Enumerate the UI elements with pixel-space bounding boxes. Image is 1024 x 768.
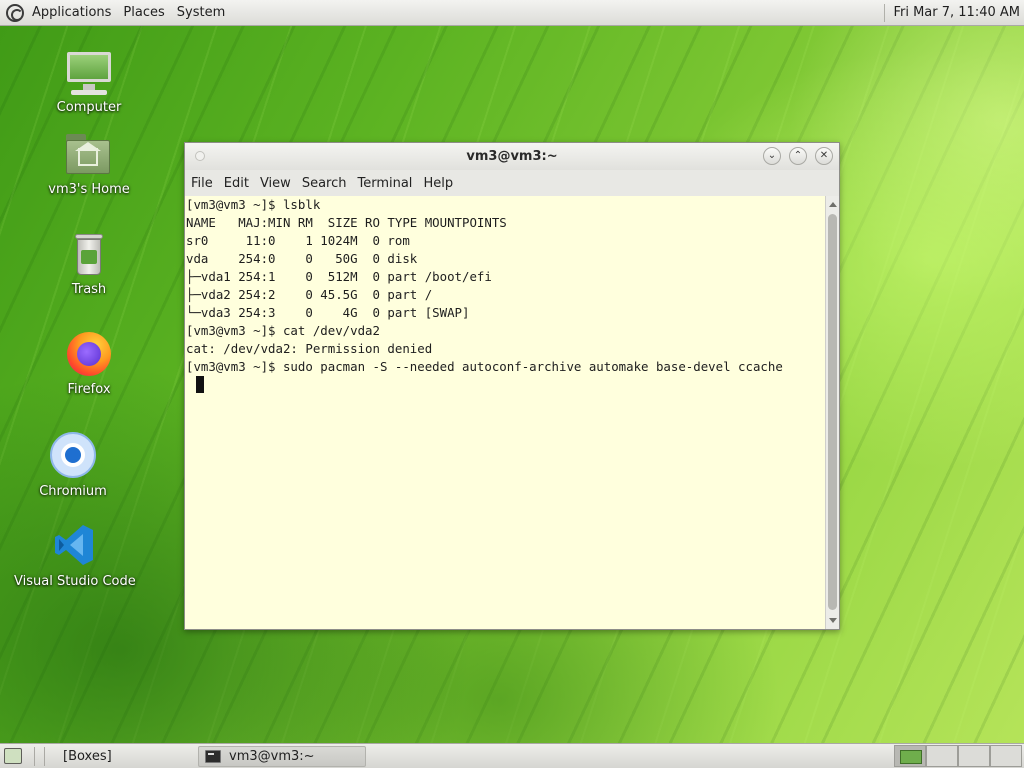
desktop-icon-vscode[interactable]: Visual Studio Code [14, 522, 136, 589]
terminal-line: sr0 11:0 1 1024M 0 rom [186, 233, 410, 248]
window-menu-icon[interactable] [195, 151, 205, 161]
desktop-icon-firefox[interactable]: Firefox [29, 330, 149, 397]
terminal-output[interactable]: [vm3@vm3 ~]$ lsblk NAME MAJ:MIN RM SIZE … [185, 196, 825, 629]
menu-search[interactable]: Search [298, 176, 351, 191]
main-menu: Applications Places System [0, 0, 231, 25]
terminal-line: NAME MAJ:MIN RM SIZE RO TYPE MOUNTPOINTS [186, 215, 507, 230]
scroll-down-arrow-icon[interactable] [829, 618, 837, 623]
terminal-line: [vm3@vm3 ~]$ sudo pacman -S --needed aut… [186, 359, 783, 374]
menu-terminal[interactable]: Terminal [353, 176, 416, 191]
maximize-button[interactable]: ⌃ [789, 147, 807, 165]
trash-icon [63, 230, 115, 280]
terminal-window[interactable]: vm3@vm3:~ ⌄ ⌃ ✕ File Edit View Search Te… [184, 142, 840, 630]
workspace-3[interactable] [958, 745, 990, 767]
computer-icon [63, 48, 115, 98]
window-title: vm3@vm3:~ [466, 149, 558, 164]
menu-places[interactable]: Places [117, 0, 170, 25]
desktop-icon-label: vm3's Home [48, 182, 130, 197]
scrollbar-thumb[interactable] [828, 214, 837, 610]
desktop-icon-home[interactable]: vm3's Home [29, 130, 149, 197]
window-controls: ⌄ ⌃ ✕ [763, 147, 833, 165]
panel-separator [44, 747, 45, 766]
window-titlebar[interactable]: vm3@vm3:~ ⌄ ⌃ ✕ [185, 143, 839, 170]
scroll-up-arrow-icon[interactable] [829, 202, 837, 207]
bottom-panel: [Boxes] vm3@vm3:~ [0, 743, 1024, 768]
terminal-icon [205, 750, 221, 763]
terminal-line: [vm3@vm3 ~]$ lsblk [186, 197, 321, 212]
panel-separator [34, 747, 35, 766]
desktop-icon-label: Chromium [39, 484, 107, 499]
desktop-icon-label: Computer [56, 100, 122, 115]
terminal-line: ├─vda2 254:2 0 45.5G 0 part / [186, 287, 433, 302]
clock-separator [884, 3, 886, 22]
terminal-line: vda 254:0 0 50G 0 disk [186, 251, 418, 266]
workspace-switcher [894, 745, 1022, 767]
home-folder-icon [63, 130, 115, 180]
terminal-line: └─vda3 254:3 0 4G 0 part [SWAP] [186, 305, 470, 320]
desktop-icon-label: Trash [71, 282, 107, 297]
terminal-line: [vm3@vm3 ~]$ cat /dev/vda2 [186, 323, 380, 338]
terminal-cursor-line [185, 376, 825, 394]
workspace-2[interactable] [926, 745, 958, 767]
firefox-icon [63, 330, 115, 380]
clock[interactable]: Fri Mar 7, 11:40 AM [893, 5, 1024, 20]
terminal-line: cat: /dev/vda2: Permission denied [186, 341, 433, 356]
close-button[interactable]: ✕ [815, 147, 833, 165]
text-cursor [196, 376, 204, 393]
menu-applications[interactable]: Applications [26, 0, 117, 25]
desktop-icon-label: Firefox [67, 382, 111, 397]
show-desktop-icon[interactable] [4, 748, 22, 764]
menu-edit[interactable]: Edit [220, 176, 253, 191]
desktop-icon-trash[interactable]: Trash [29, 230, 149, 297]
taskbar-item-boxes[interactable]: [Boxes] [56, 746, 192, 767]
taskbar-item-label: [Boxes] [63, 749, 112, 764]
terminal-scrollbar[interactable] [825, 196, 839, 629]
menu-system[interactable]: System [171, 0, 231, 25]
chromium-icon [47, 432, 99, 482]
taskbar-item-terminal[interactable]: vm3@vm3:~ [198, 746, 366, 767]
vscode-icon [48, 522, 100, 572]
menu-view[interactable]: View [256, 176, 295, 191]
workspace-4[interactable] [990, 745, 1022, 767]
top-panel: Applications Places System Fri Mar 7, 11… [0, 0, 1024, 26]
taskbar-item-label: vm3@vm3:~ [229, 749, 315, 764]
menu-file[interactable]: File [187, 176, 217, 191]
minimize-button[interactable]: ⌄ [763, 147, 781, 165]
workspace-1[interactable] [894, 745, 926, 767]
menu-help[interactable]: Help [419, 176, 457, 191]
desktop-icon-chromium[interactable]: Chromium [13, 432, 133, 499]
desktop-icon-label: Visual Studio Code [14, 574, 136, 589]
terminal-menubar: File Edit View Search Terminal Help [185, 171, 839, 196]
desktop-icon-computer[interactable]: Computer [29, 48, 149, 115]
debian-swirl-icon[interactable] [6, 3, 24, 22]
terminal-line: ├─vda1 254:1 0 512M 0 part /boot/efi [186, 269, 492, 284]
